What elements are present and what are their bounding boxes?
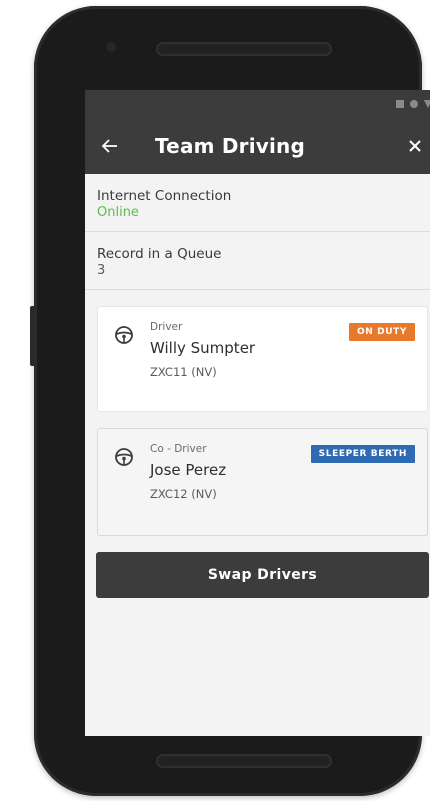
driver-name: Willy Sumpter xyxy=(150,339,256,357)
front-camera xyxy=(106,42,116,52)
app-bar: Team Driving xyxy=(85,118,430,174)
swap-drivers-button[interactable]: Swap Drivers xyxy=(96,552,429,598)
app-screen: Team Driving Internet Connection Online … xyxy=(85,90,430,736)
battery-icon xyxy=(424,100,430,108)
bottom-speaker xyxy=(156,754,332,768)
phone-volume-button xyxy=(30,306,35,366)
status-badge: SLEEPER BERTH xyxy=(310,445,415,463)
arrow-left-icon[interactable] xyxy=(99,135,121,157)
steering-wheel-icon xyxy=(115,448,133,466)
close-icon[interactable] xyxy=(404,135,426,157)
driver-role: Driver xyxy=(150,321,183,333)
steering-wheel-icon xyxy=(115,326,133,344)
close-glyph xyxy=(409,140,421,152)
driver-code: ZXC11 (NV) xyxy=(150,365,217,379)
co-driver-name: Jose Perez xyxy=(150,461,227,479)
co-driver-code: ZXC12 (NV) xyxy=(150,487,217,501)
arrow-left-glyph xyxy=(101,139,117,153)
wifi-icon xyxy=(410,100,418,108)
signal-icon xyxy=(396,100,404,108)
status-badge: ON DUTY xyxy=(349,323,415,341)
phone-frame: Team Driving Internet Connection Online … xyxy=(30,6,430,796)
record-queue-label: Record in a Queue xyxy=(97,246,222,262)
earpiece-speaker xyxy=(156,42,332,56)
driver-card[interactable]: Driver Willy Sumpter ZXC11 (NV) ON DUTY xyxy=(97,306,428,412)
page-title: Team Driving xyxy=(155,134,306,158)
internet-connection-row: Internet Connection Online xyxy=(85,174,430,232)
internet-connection-label: Internet Connection xyxy=(97,188,232,204)
co-driver-role: Co - Driver xyxy=(150,443,207,455)
status-bar xyxy=(85,90,430,118)
record-queue-value: 3 xyxy=(97,263,106,278)
record-queue-row: Record in a Queue 3 xyxy=(85,232,430,290)
internet-connection-value: Online xyxy=(97,205,139,220)
co-driver-card[interactable]: Co - Driver Jose Perez ZXC12 (NV) SLEEPE… xyxy=(97,428,428,536)
